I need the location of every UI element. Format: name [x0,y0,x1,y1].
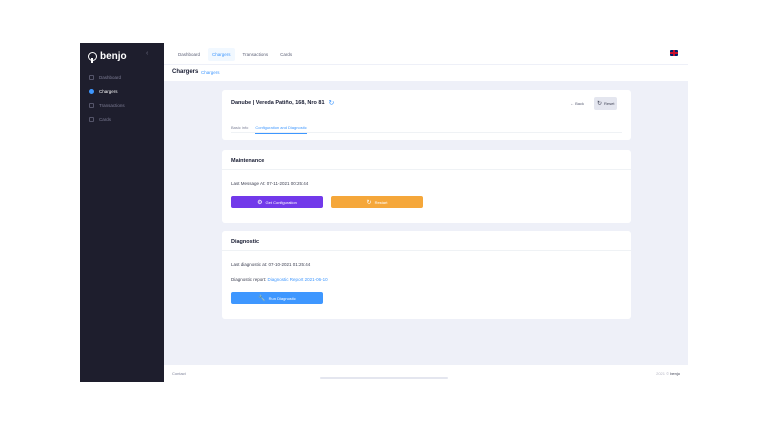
diagnostic-title: Diagnostic [231,239,260,245]
tab-dashboard[interactable]: Dashboard [174,48,204,61]
reset-icon: ↻ [597,101,603,107]
transactions-icon [89,102,94,108]
sidebar-item-label: Transactions [99,102,125,108]
footer-brand-link[interactable]: benjo [670,371,680,376]
subheader: Chargers Chargers [164,65,688,81]
tab-transactions[interactable]: Transactions [239,48,273,61]
contact-link[interactable]: Contact [172,371,186,376]
diagnostic-report-link[interactable]: Diagnostic Report 2021-06-10 [268,277,328,282]
last-diagnostic-text: Last diagnostic at: 07-10-2021 01:25:44 [231,262,311,267]
copyright-year: 2021 © [656,371,670,376]
station-name: Danube | Vereda Patiño, 168, Nro 81 [231,100,325,106]
sidebar-item-transactions[interactable]: Transactions [80,98,164,112]
get-configuration-button[interactable]: ⚙ Get Configuration [231,196,323,208]
wrench-icon: 🔧 [258,295,266,302]
diagnostic-card: Diagnostic Last diagnostic at: 07-10-202… [222,231,631,319]
divider [231,132,622,133]
uk-flag-icon[interactable] [670,50,678,56]
sidebar-item-cards[interactable]: Cards [80,112,164,126]
brand-logo[interactable]: benjo [88,49,127,63]
sidebar-item-dashboard[interactable]: Dashboard [80,70,164,84]
dashboard-icon [89,74,94,80]
footer: Contact 2021 © benjo [164,365,688,382]
app-window: benjo ‹ Dashboard Chargers Transactions … [80,43,688,382]
main-content: Danube | Vereda Patiño, 168, Nro 81 ↻ ← … [164,81,688,362]
maintenance-title: Maintenance [231,158,265,164]
horizontal-scrollbar[interactable] [320,377,448,379]
cards-icon [89,116,94,122]
diagnostic-report-label: Diagnostic report: [231,277,267,282]
charger-icon [89,88,94,94]
back-button[interactable]: ← Back [567,98,587,109]
refresh-icon[interactable]: ↻ [329,99,335,107]
header-tabs: Dashboard Chargers Transactions Cards [174,48,296,61]
restart-icon: ↻ [366,199,372,206]
sidebar-item-label: Cards [99,116,112,122]
diagnostic-report-line: Diagnostic report: Diagnostic Report 202… [231,277,328,282]
sidebar-item-chargers[interactable]: Chargers [80,84,164,98]
sidebar-item-label: Dashboard [99,74,122,80]
breadcrumb[interactable]: Chargers [201,70,220,75]
sidebar-item-label: Chargers [99,88,118,94]
collapse-sidebar-icon[interactable]: ‹ [146,50,148,57]
get-configuration-label: Get Configuration [265,199,297,205]
station-title: Danube | Vereda Patiño, 168, Nro 81 ↻ [231,99,334,107]
divider [222,250,631,251]
page-title: Chargers [172,69,199,75]
last-message-text: Last Message At: 07-11-2021 00:25:44 [231,181,309,186]
run-diagnostic-label: Run Diagnostic [268,295,296,301]
brand-name: benjo [100,50,127,62]
run-diagnostic-button[interactable]: 🔧 Run Diagnostic [231,292,323,304]
divider [222,169,631,170]
reset-button[interactable]: ↻ Reset [594,97,618,110]
benjo-logo-icon [88,51,97,63]
restart-button[interactable]: ↻ Restart [331,196,423,208]
station-card: Danube | Vereda Patiño, 168, Nro 81 ↻ ← … [222,90,631,140]
tab-chargers[interactable]: Chargers [208,48,235,61]
top-header: Dashboard Chargers Transactions Cards [164,43,688,65]
copyright: 2021 © benjo [656,371,680,376]
reset-label: Reset [604,101,615,106]
gear-icon: ⚙ [257,199,263,206]
restart-label: Restart [374,199,388,205]
sidebar: benjo ‹ Dashboard Chargers Transactions … [80,43,164,382]
maintenance-card: Maintenance Last Message At: 07-11-2021 … [222,150,631,223]
tab-cards[interactable]: Cards [276,48,296,61]
sidebar-nav: Dashboard Chargers Transactions Cards [80,70,164,126]
